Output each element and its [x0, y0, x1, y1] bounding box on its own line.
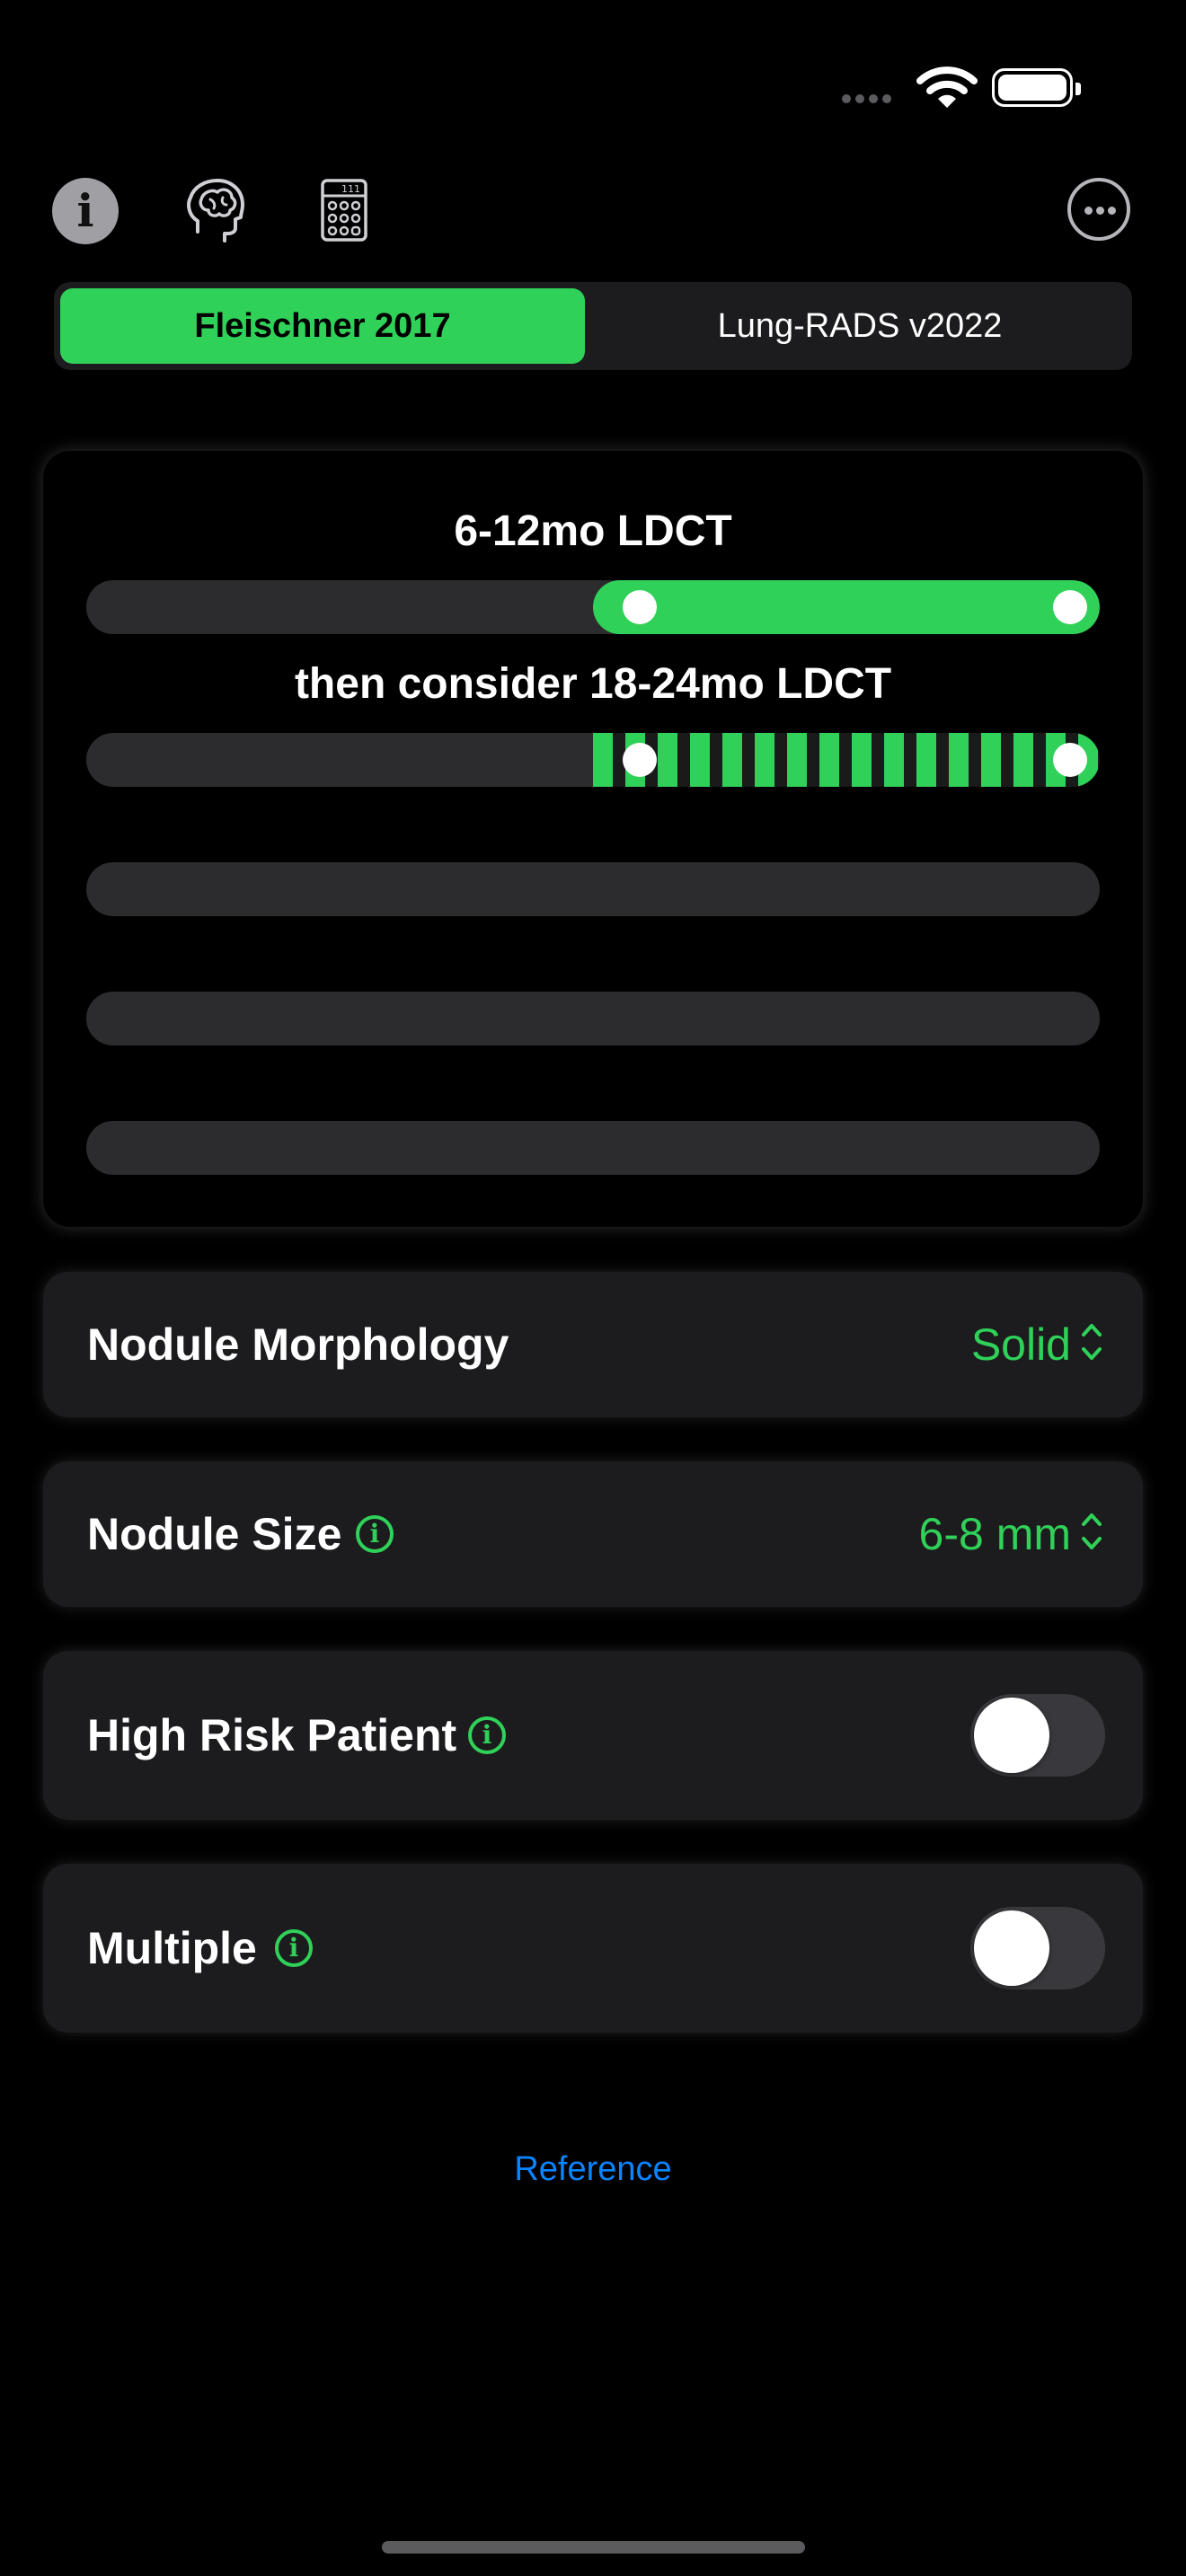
battery-icon — [992, 68, 1081, 107]
primary-timeline-track — [86, 580, 1100, 634]
empty-timeline-track — [86, 1121, 1100, 1175]
nodule-size-value[interactable]: 6-8 mm — [919, 1508, 1071, 1560]
recommendation-secondary-label: then consider 18-24mo LDCT — [294, 660, 892, 708]
recommendation-primary-label: 6-12mo LDCT — [454, 507, 732, 555]
range-end-knob — [1053, 590, 1087, 624]
range-start-knob — [623, 743, 657, 777]
empty-timeline-track — [86, 862, 1100, 916]
info-icon[interactable]: i — [468, 1716, 506, 1754]
multiple-label: Multiple — [87, 1923, 257, 1973]
more-icon[interactable] — [1067, 178, 1130, 241]
calculator-display: 111 — [341, 183, 360, 195]
secondary-timeline-track — [86, 733, 1100, 787]
primary-timeline-range — [593, 580, 1100, 634]
range-end-knob — [1053, 743, 1087, 777]
segment-fleischner[interactable]: Fleischner 2017 — [60, 288, 585, 364]
calculator-icon[interactable]: 111 — [320, 178, 368, 243]
nodule-morphology-label: Nodule Morphology — [87, 1319, 509, 1370]
info-icon[interactable]: i — [52, 178, 119, 244]
secondary-timeline-range — [593, 733, 1100, 787]
brain-icon[interactable] — [185, 176, 246, 244]
info-icon[interactable]: i — [275, 1929, 313, 1967]
multiple-row: Multiple i — [43, 1864, 1143, 2033]
recommendation-card: 6-12mo LDCT then consider 18-24mo LDCT — [43, 451, 1143, 1227]
nodule-size-row[interactable]: Nodule Size i 6-8 mm — [43, 1461, 1143, 1607]
range-start-knob — [623, 590, 657, 624]
guideline-segmented-control: Fleischner 2017 Lung-RADS v2022 — [54, 282, 1132, 370]
nodule-morphology-row[interactable]: Nodule Morphology Solid — [43, 1272, 1143, 1417]
multiple-toggle[interactable] — [970, 1907, 1105, 1989]
empty-timeline-track — [86, 992, 1100, 1045]
high-risk-patient-row: High Risk Patient i — [43, 1651, 1143, 1820]
segment-lung-rads[interactable]: Lung-RADS v2022 — [593, 288, 1127, 364]
nodule-morphology-value[interactable]: Solid — [971, 1319, 1071, 1371]
info-icon[interactable]: i — [356, 1515, 394, 1553]
chevron-up-down-icon — [1082, 1513, 1102, 1549]
reference-link[interactable]: Reference — [0, 2150, 1186, 2189]
nodule-size-label: Nodule Size — [87, 1509, 342, 1559]
wifi-icon — [916, 66, 978, 108]
chevron-up-down-icon — [1082, 1324, 1102, 1360]
high-risk-patient-label: High Risk Patient — [87, 1710, 457, 1760]
home-indicator[interactable] — [382, 2541, 805, 2554]
high-risk-patient-toggle[interactable] — [970, 1694, 1105, 1777]
